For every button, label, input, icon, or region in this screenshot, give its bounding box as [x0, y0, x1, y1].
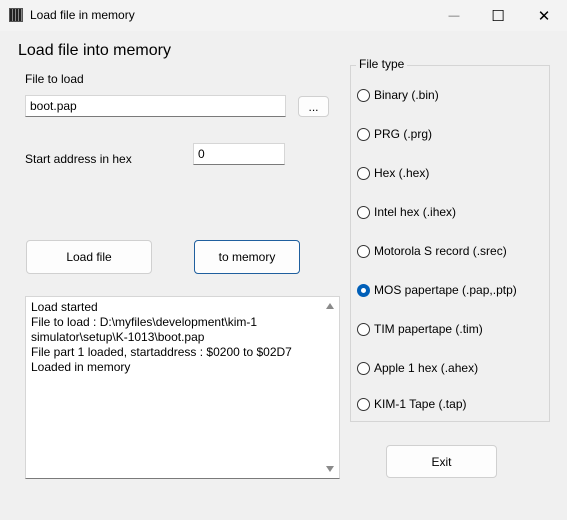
radio-kim1-tape[interactable]: KIM-1 Tape (.tap)	[357, 396, 466, 412]
app-icon	[9, 8, 23, 22]
log-line: Load started	[31, 300, 98, 314]
close-button[interactable]: ✕	[521, 0, 567, 31]
page-title: Load file into memory	[18, 42, 171, 59]
log-textarea[interactable]: Load started File to load : D:\myfiles\d…	[25, 296, 340, 479]
radio-prg[interactable]: PRG (.prg)	[357, 126, 432, 142]
radio-binary[interactable]: Binary (.bin)	[357, 87, 439, 103]
radio-mos-papertape[interactable]: MOS papertape (.pap,.ptp)	[357, 282, 517, 298]
radio-tim-papertape[interactable]: TIM papertape (.tim)	[357, 321, 483, 337]
scroll-down-arrow-icon[interactable]	[326, 466, 334, 472]
radio-circle[interactable]	[357, 166, 370, 180]
radio-circle[interactable]	[357, 322, 370, 336]
minimize-icon: —	[448, 9, 460, 22]
log-line: Loaded in memory	[31, 360, 131, 374]
radio-label: TIM papertape (.tim)	[374, 322, 483, 336]
radio-label: Binary (.bin)	[374, 88, 439, 102]
radio-circle[interactable]	[357, 397, 370, 411]
radio-circle[interactable]	[357, 361, 370, 375]
log-line: simulator\setup\K-1013\boot.pap	[31, 330, 205, 344]
title-bar: Load file in memory — ☐ ✕	[0, 0, 567, 31]
maximize-button[interactable]: ☐	[475, 0, 521, 31]
radio-circle[interactable]	[357, 244, 370, 258]
log-line: File to load : D:\myfiles\development\ki…	[31, 315, 258, 329]
close-icon: ✕	[537, 7, 551, 25]
radio-label: Intel hex (.ihex)	[374, 205, 457, 219]
radio-intel-hex[interactable]: Intel hex (.ihex)	[357, 204, 456, 220]
radio-circle[interactable]	[357, 88, 370, 102]
to-memory-button[interactable]: to memory	[194, 240, 300, 274]
browse-button[interactable]: ...	[298, 96, 329, 117]
radio-apple1-hex[interactable]: Apple 1 hex (.ahex)	[357, 360, 478, 376]
radio-label: Apple 1 hex (.ahex)	[374, 361, 479, 375]
file-type-group-title: File type	[356, 57, 408, 71]
log-scrollbar[interactable]	[322, 297, 339, 478]
log-line: File part 1 loaded, startaddress : $0200…	[31, 345, 292, 359]
radio-label: KIM-1 Tape (.tap)	[374, 397, 467, 411]
radio-circle[interactable]	[357, 127, 370, 141]
maximize-icon: ☐	[491, 7, 505, 25]
load-file-button[interactable]: Load file	[26, 240, 152, 274]
start-address-label: Start address in hex	[25, 152, 132, 166]
minimize-button[interactable]: —	[431, 0, 477, 31]
scroll-up-arrow-icon[interactable]	[326, 303, 334, 309]
window-title: Load file in memory	[30, 8, 135, 22]
radio-hex[interactable]: Hex (.hex)	[357, 165, 429, 181]
file-path-input[interactable]: boot.pap	[25, 95, 286, 117]
radio-label: Motorola S record (.srec)	[374, 244, 507, 258]
radio-circle-selected[interactable]	[357, 283, 370, 297]
exit-button[interactable]: Exit	[386, 445, 497, 478]
radio-label: PRG (.prg)	[374, 127, 433, 141]
radio-label: Hex (.hex)	[374, 166, 430, 180]
start-address-input[interactable]: 0	[193, 143, 285, 165]
radio-circle[interactable]	[357, 205, 370, 219]
file-to-load-label: File to load	[25, 72, 84, 86]
radio-label: MOS papertape (.pap,.ptp)	[374, 283, 517, 297]
log-content: Load started File to load : D:\myfiles\d…	[31, 300, 321, 375]
radio-motorola-srec[interactable]: Motorola S record (.srec)	[357, 243, 507, 259]
